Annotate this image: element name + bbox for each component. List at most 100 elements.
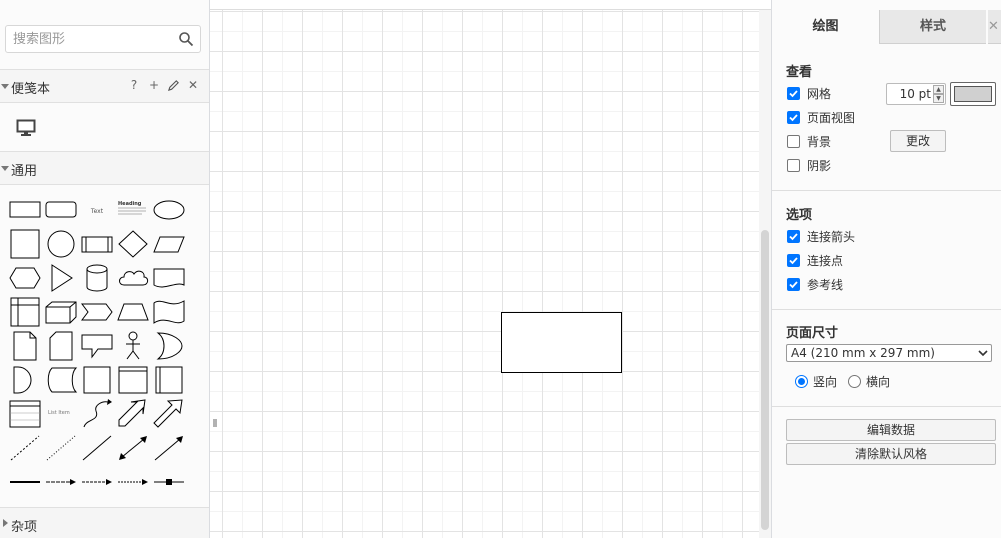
tape-shape[interactable]: [152, 297, 186, 327]
scrollbar-thumb[interactable]: [761, 230, 769, 530]
collapse-icon: [1, 166, 9, 171]
internal-storage-shape[interactable]: [8, 297, 42, 327]
shadow-checkbox[interactable]: [787, 158, 800, 172]
canvas-grid[interactable]: [210, 10, 759, 538]
background-checkbox[interactable]: [787, 134, 800, 148]
stepper-arrows[interactable]: ▲ ▼: [933, 85, 944, 103]
ellipse-shape[interactable]: [152, 194, 186, 224]
guides-checkbox[interactable]: [787, 277, 800, 291]
card-shape[interactable]: [44, 331, 78, 361]
diagram-canvas[interactable]: [210, 0, 771, 538]
grid-size-input[interactable]: [887, 84, 933, 104]
page-view-checkbox[interactable]: [787, 110, 800, 124]
parallelogram-shape[interactable]: [152, 229, 186, 259]
connector-with-label-shape[interactable]: [152, 467, 186, 497]
landscape-option[interactable]: 横向: [848, 372, 890, 390]
pencil-icon[interactable]: [167, 79, 180, 92]
help-button[interactable]: ?: [127, 78, 141, 92]
actor-shape[interactable]: [116, 331, 150, 361]
monitor-icon[interactable]: [16, 119, 36, 137]
arrow-shape[interactable]: [152, 399, 186, 429]
general-shapes: Text Heading List Item: [0, 187, 209, 507]
canvas-rectangle[interactable]: [501, 312, 622, 373]
square-shape[interactable]: [8, 229, 42, 259]
misc-header[interactable]: 杂项: [0, 507, 209, 538]
options-title: 选项: [786, 208, 813, 223]
background-label: 背景: [807, 134, 832, 149]
process-shape[interactable]: [80, 229, 114, 259]
guides-toggle[interactable]: 参考线: [787, 275, 843, 293]
bidirectional-arrow-shape[interactable]: [116, 399, 150, 429]
trapezoid-shape[interactable]: [116, 297, 150, 327]
grid-checkbox[interactable]: [787, 86, 800, 100]
grid-size-stepper[interactable]: ▲ ▼: [886, 83, 946, 105]
tab-diagram[interactable]: 绘图: [772, 10, 879, 44]
cylinder-shape[interactable]: [80, 263, 114, 293]
landscape-radio[interactable]: [848, 374, 861, 388]
vertical-container-shape[interactable]: [152, 365, 186, 395]
stepper-down-icon[interactable]: ▼: [933, 94, 944, 103]
clear-default-style-button[interactable]: 清除默认风格: [786, 443, 996, 465]
vertical-scrollbar[interactable]: [759, 10, 771, 538]
shape-search-box[interactable]: [5, 25, 201, 53]
portrait-radio[interactable]: [795, 374, 808, 388]
rectangle-shape[interactable]: [8, 194, 42, 224]
edit-data-button[interactable]: 编辑数据: [786, 419, 996, 441]
text-shape[interactable]: Text: [80, 194, 114, 224]
stepper-up-icon[interactable]: ▲: [933, 85, 944, 94]
grid-toggle[interactable]: 网格: [787, 84, 831, 102]
connection-arrows-toggle[interactable]: 连接箭头: [787, 227, 855, 245]
page-size-select[interactable]: A4 (210 mm x 297 mm): [786, 344, 992, 362]
dotted-line-shape[interactable]: [44, 433, 78, 463]
dashed-line-shape[interactable]: [8, 433, 42, 463]
rounded-rectangle-shape[interactable]: [44, 194, 78, 224]
general-header[interactable]: 通用: [0, 151, 209, 185]
callout-shape[interactable]: [80, 331, 114, 361]
curve-shape[interactable]: [80, 399, 114, 429]
background-toggle[interactable]: 背景: [787, 132, 831, 150]
textbox-shape[interactable]: Heading: [116, 194, 150, 224]
delay-shape[interactable]: [8, 365, 42, 395]
connection-arrows-checkbox[interactable]: [787, 229, 800, 243]
line-shape[interactable]: [80, 433, 114, 463]
list-item-shape[interactable]: List Item: [44, 399, 78, 429]
page-view-toggle[interactable]: 页面视图: [787, 108, 855, 126]
container-shape[interactable]: [116, 365, 150, 395]
dotted-arrow-shape[interactable]: [116, 467, 150, 497]
cloud-shape[interactable]: [116, 263, 150, 293]
close-panel-button[interactable]: ✕: [988, 10, 1001, 44]
document-shape[interactable]: [152, 263, 186, 293]
close-scratchpad-button[interactable]: ✕: [186, 78, 200, 92]
view-section: 查看 网格 页面视图 背景 阴影: [772, 44, 1001, 191]
expand-icon: [3, 519, 8, 527]
list-item-shape-label: List Item: [48, 410, 70, 416]
connection-points-checkbox[interactable]: [787, 253, 800, 267]
list-shape[interactable]: [8, 399, 42, 429]
connection-points-toggle[interactable]: 连接点: [787, 251, 843, 269]
dashed-arrow-shape[interactable]: [44, 467, 78, 497]
hexagon-shape[interactable]: [8, 263, 42, 293]
square-shape-2[interactable]: [80, 365, 114, 395]
bidirectional-connector-shape[interactable]: [116, 433, 150, 463]
tab-style[interactable]: 样式: [879, 10, 986, 44]
portrait-option[interactable]: 竖向: [795, 372, 837, 390]
thick-line-shape[interactable]: [8, 467, 42, 497]
circle-shape[interactable]: [44, 229, 78, 259]
triangle-shape[interactable]: [44, 263, 78, 293]
search-icon[interactable]: [178, 31, 194, 47]
shadow-toggle[interactable]: 阴影: [787, 156, 831, 174]
step-shape[interactable]: [80, 297, 114, 327]
search-input[interactable]: [6, 26, 176, 52]
change-background-button[interactable]: 更改: [890, 130, 946, 152]
or-shape[interactable]: [152, 331, 186, 361]
add-button[interactable]: +: [147, 78, 161, 92]
link-arrow-shape[interactable]: [80, 467, 114, 497]
cube-shape[interactable]: [44, 297, 78, 327]
sidebar-splitter[interactable]: [212, 418, 218, 428]
grid-color-button[interactable]: [950, 82, 996, 106]
scratchpad-header[interactable]: 便笺本 ? + ✕: [0, 69, 209, 103]
data-storage-shape[interactable]: [44, 365, 78, 395]
note-shape[interactable]: [8, 331, 42, 361]
diamond-shape[interactable]: [116, 229, 150, 259]
directional-connector-shape[interactable]: [152, 433, 186, 463]
